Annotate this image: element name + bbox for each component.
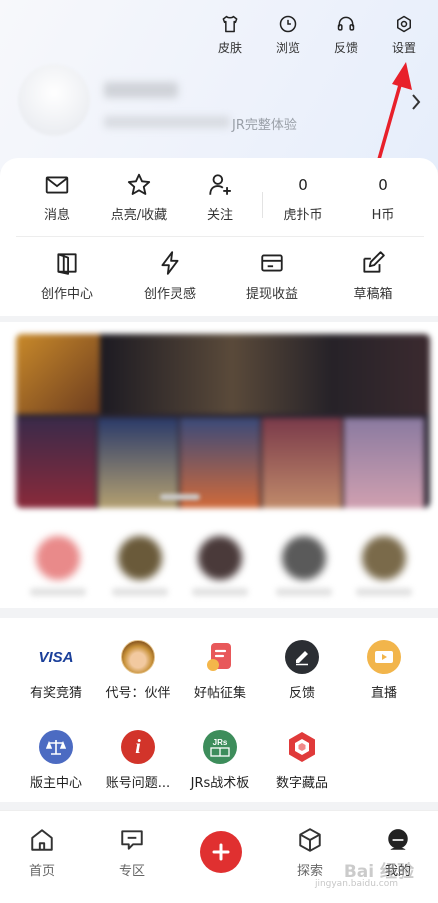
skin-label: 皮肤 <box>217 41 242 55</box>
nav-zone[interactable]: 专区 <box>92 827 172 879</box>
tactics-board-icon: JRs <box>203 730 237 764</box>
messages-label: 消息 <box>43 208 70 223</box>
live-button[interactable]: 直播 <box>340 640 428 701</box>
hupu-coin-button[interactable]: 0 虎扑币 <box>258 172 348 223</box>
inspiration-button[interactable]: 创作灵感 <box>120 250 220 302</box>
moderator-center-button[interactable]: 版主中心 <box>12 730 100 791</box>
avatar-luffy-icon <box>121 640 155 674</box>
clock-icon <box>279 15 297 33</box>
creator-center-label: 创作中心 <box>40 287 93 302</box>
scale-icon <box>39 730 73 764</box>
drafts-button[interactable]: 草稿箱 <box>323 250 423 302</box>
star-icon <box>127 173 151 195</box>
user-avatar[interactable] <box>282 536 326 580</box>
shirt-icon <box>222 15 238 33</box>
prize-quiz-button[interactable]: VISA 有奖竞猜 <box>12 640 100 702</box>
tactics-board-button[interactable]: JRs JRs战术板 <box>176 730 264 791</box>
lightning-icon <box>161 251 179 275</box>
account-issue-label: 账号问题... <box>105 776 171 791</box>
feedback-top-label: 反馈 <box>333 41 358 55</box>
user-avatar[interactable] <box>198 536 242 580</box>
nav-explore[interactable]: 探索 <box>270 827 350 879</box>
slogan-blurred <box>104 116 230 128</box>
video-icon <box>367 640 401 674</box>
partner-code-button[interactable]: 代号：伙伴 <box>94 640 182 701</box>
likes-button[interactable]: 点亮/收藏 <box>94 172 184 223</box>
stats-row: 消息 点亮/收藏 关注 0 虎扑币 0 H币 <box>0 172 438 232</box>
creator-center-button[interactable]: 创作中心 <box>17 250 117 302</box>
section-divider <box>16 236 424 237</box>
partner-code-label: 代号：伙伴 <box>105 686 171 701</box>
pencil-icon <box>285 640 319 674</box>
gear-icon <box>397 15 411 33</box>
prize-quiz-label: 有奖竞猜 <box>29 686 82 701</box>
user-face-icon <box>388 829 408 850</box>
user-avatar[interactable] <box>362 536 406 580</box>
nav-home-label: 首页 <box>28 864 55 879</box>
follow-label: 关注 <box>206 208 233 223</box>
post-button[interactable] <box>200 831 242 873</box>
inspiration-label: 创作灵感 <box>143 287 196 302</box>
headset-icon <box>337 16 355 31</box>
h-coin-value: 0 <box>378 176 388 194</box>
avatar[interactable] <box>18 64 90 136</box>
drafts-label: 草稿箱 <box>353 287 393 302</box>
nav-home[interactable]: 首页 <box>2 827 82 879</box>
watermark-url: jingyan.baidu.com <box>314 879 398 889</box>
withdraw-button[interactable]: 提现收益 <box>222 250 322 302</box>
info-icon: i <box>121 730 155 764</box>
history-label: 浏览 <box>275 41 300 55</box>
history-button[interactable]: 浏览 <box>262 14 314 56</box>
skin-button[interactable]: 皮肤 <box>204 14 256 56</box>
gem-icon <box>285 730 319 764</box>
messages-button[interactable]: 消息 <box>12 172 102 223</box>
h-coin-label: H币 <box>371 208 395 223</box>
hupu-coin-label: 虎扑币 <box>283 208 323 223</box>
feedback-button[interactable]: 反馈 <box>258 640 346 701</box>
feature-grid: VISA 有奖竞猜 代号：伙伴 好帖征集 反馈 直播 版主中心 i 账号问题..… <box>0 618 438 802</box>
user-avatar[interactable] <box>118 536 162 580</box>
top-actions: 皮肤 浏览 反馈 设置 <box>204 14 430 56</box>
feedback-top-button[interactable]: 反馈 <box>320 14 372 56</box>
withdraw-label: 提现收益 <box>245 287 298 302</box>
bottom-nav: 首页 专区 探索 我的 Bai 经验 jingyan.baidu.com <box>0 810 438 903</box>
add-user-icon <box>209 174 231 195</box>
plus-icon <box>212 843 230 861</box>
chat-icon <box>121 830 143 850</box>
good-post-button[interactable]: 好帖征集 <box>176 640 264 701</box>
followed-users-row <box>0 522 438 608</box>
feedback-label: 反馈 <box>288 686 315 701</box>
h-coin-button[interactable]: 0 H币 <box>338 172 428 223</box>
user-avatar[interactable] <box>36 536 80 580</box>
mail-icon <box>45 176 69 194</box>
stats-card: 消息 点亮/收藏 关注 0 虎扑币 0 H币 创作中心 创作灵感 提现收益 草稿… <box>0 158 438 316</box>
book-icon <box>57 253 77 275</box>
settings-button[interactable]: 设置 <box>378 14 430 56</box>
nav-explore-label: 探索 <box>296 864 323 879</box>
edit-icon <box>363 251 385 273</box>
tactics-board-label: JRs战术板 <box>190 776 250 791</box>
username-blurred <box>104 82 178 98</box>
creator-row: 创作中心 创作灵感 提现收益 草稿箱 <box>0 250 438 302</box>
promo-banner[interactable] <box>16 334 430 508</box>
banner-section <box>0 322 438 522</box>
live-label: 直播 <box>370 686 397 701</box>
cube-icon <box>299 828 321 852</box>
likes-label: 点亮/收藏 <box>110 208 168 223</box>
settings-label: 设置 <box>391 41 416 55</box>
slogan-text: JR完整体验 <box>232 118 297 133</box>
nav-zone-label: 专区 <box>118 864 145 879</box>
digital-collection-label: 数字藏品 <box>275 776 328 791</box>
hupu-coin-value: 0 <box>298 176 308 194</box>
home-icon <box>31 829 53 851</box>
account-issue-button[interactable]: i 账号问题... <box>94 730 182 791</box>
good-post-label: 好帖征集 <box>193 686 246 701</box>
follow-button[interactable]: 关注 <box>175 172 265 223</box>
wallet-icon <box>261 254 283 272</box>
coupon-icon <box>203 640 237 674</box>
banner-indicator <box>160 494 200 500</box>
visa-icon: VISA <box>38 648 74 666</box>
moderator-center-label: 版主中心 <box>29 776 82 791</box>
digital-collection-button[interactable]: 数字藏品 <box>258 730 346 791</box>
